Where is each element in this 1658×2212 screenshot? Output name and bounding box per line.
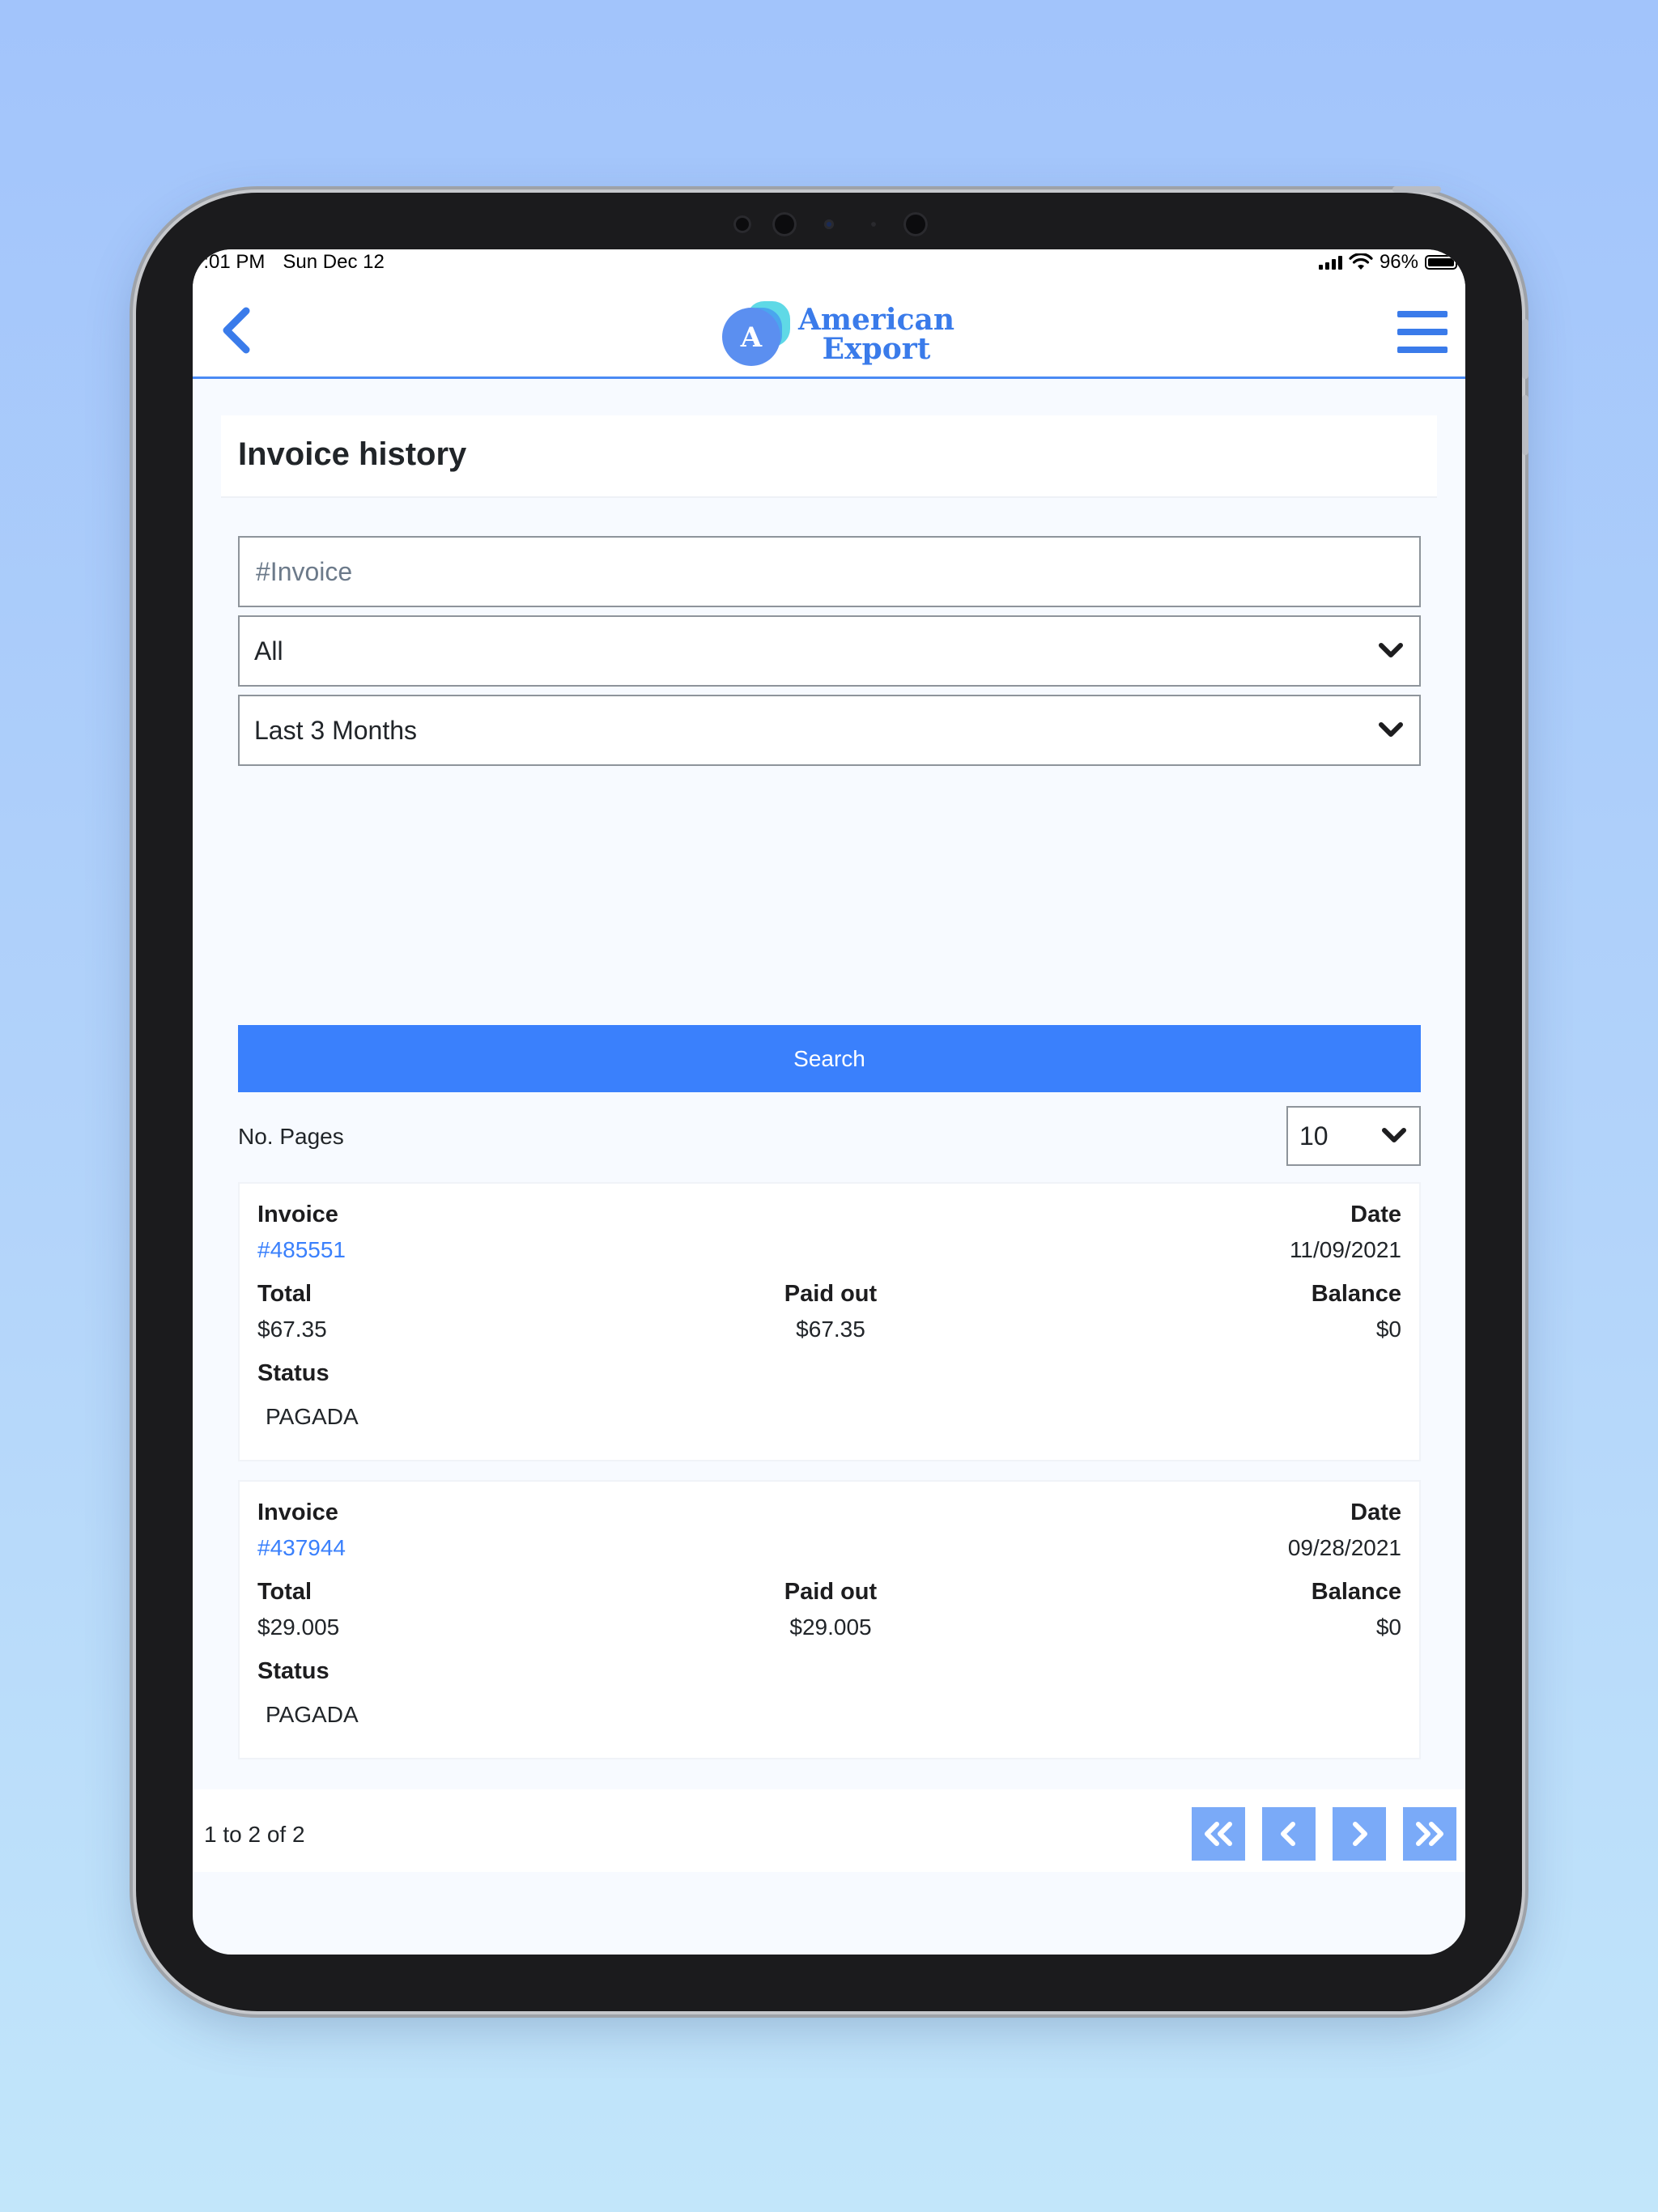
camera-dot (733, 215, 751, 233)
double-chevron-left-icon (1205, 1822, 1232, 1846)
card-header: Invoice history (221, 415, 1437, 498)
status-date: Sun Dec 12 (283, 251, 385, 273)
date-label: Date (1350, 1499, 1401, 1525)
pagination-footer: 1 to 2 of 2 (193, 1789, 1465, 1872)
results-count: 1 to 2 of 2 (204, 1822, 305, 1847)
battery-percent: 96% (1379, 251, 1418, 273)
status-label: Status (257, 1360, 329, 1386)
pages-label: No. Pages (238, 1124, 344, 1149)
invoice-number-link[interactable]: #437944 (257, 1535, 346, 1561)
status-select-value: All (254, 636, 283, 666)
period-select-value: Last 3 Months (254, 715, 417, 745)
invoice-balance: $0 (1375, 1614, 1401, 1640)
paid-out-label: Paid out (784, 1579, 878, 1605)
paid-out-label: Paid out (784, 1281, 878, 1307)
logo-mark-icon: A (719, 300, 793, 369)
status-right: 96% (1318, 251, 1460, 274)
volume-up-button (1522, 319, 1528, 379)
first-page-button[interactable] (1192, 1807, 1245, 1861)
logo-line-2: Export (822, 332, 931, 366)
app-header: A American Export (193, 277, 1465, 379)
camera-sensor (824, 219, 834, 229)
invoice-item: Invoice Date #485551 11/09/2021 Total Pa… (238, 1182, 1421, 1461)
page-size-value: 10 (1299, 1121, 1329, 1151)
invoice-item: Invoice Date #437944 09/28/2021 Total Pa… (238, 1480, 1421, 1759)
hamburger-menu-icon[interactable] (1397, 311, 1448, 353)
next-page-button[interactable] (1333, 1807, 1386, 1861)
status-bar: 7:01 PM Sun Dec 12 96% (193, 249, 1465, 277)
battery-icon (1425, 255, 1460, 270)
chevron-down-icon (1379, 722, 1403, 737)
chevron-left-icon (223, 307, 250, 354)
last-page-button[interactable] (1403, 1807, 1456, 1861)
status-time: 7:01 PM (193, 251, 266, 273)
cellular-signal-icon (1318, 255, 1342, 270)
invoice-date: 09/28/2021 (1287, 1535, 1401, 1560)
invoice-paid-out: $67.35 (796, 1317, 865, 1342)
chevron-left-icon (1281, 1822, 1295, 1846)
back-button[interactable] (217, 306, 257, 355)
balance-label: Balance (1311, 1281, 1401, 1307)
page-size-select[interactable]: 10 (1286, 1106, 1421, 1166)
invoice-label: Invoice (257, 1202, 338, 1227)
invoice-date: 11/09/2021 (1289, 1237, 1401, 1262)
previous-page-button[interactable] (1262, 1807, 1316, 1861)
chevron-down-icon (1379, 643, 1403, 657)
invoice-label: Invoice (257, 1499, 338, 1525)
invoice-total: $67.35 (257, 1317, 327, 1342)
status-select[interactable]: All (238, 615, 1421, 687)
logo: A American Export (719, 300, 954, 369)
logo-letter: A (740, 321, 763, 354)
period-select[interactable]: Last 3 Months (238, 695, 1421, 766)
invoice-number-link[interactable]: #485551 (257, 1237, 346, 1263)
invoice-paid-out: $29.005 (789, 1614, 872, 1640)
chevron-down-icon (1382, 1128, 1406, 1142)
volume-down-button (1522, 395, 1528, 455)
invoice-search-field[interactable] (238, 536, 1421, 607)
invoice-total: $29.005 (257, 1614, 340, 1640)
camera-flash (903, 212, 928, 236)
invoice-balance: $0 (1375, 1317, 1401, 1342)
status-label: Status (257, 1658, 329, 1684)
camera-mic (871, 222, 876, 227)
status-left: 7:01 PM Sun Dec 12 (193, 251, 402, 274)
date-label: Date (1350, 1202, 1401, 1227)
wifi-icon (1349, 253, 1373, 270)
invoice-number-input[interactable] (254, 555, 1405, 588)
screen: 7:01 PM Sun Dec 12 96% A American Export… (193, 249, 1465, 1955)
page-title: Invoice history (238, 436, 467, 472)
camera-lens (772, 212, 797, 236)
status-badge: PAGADA (266, 1404, 359, 1429)
balance-label: Balance (1311, 1579, 1401, 1605)
top-button (1392, 186, 1441, 193)
logo-line-1: American (798, 303, 954, 337)
double-chevron-right-icon (1416, 1822, 1443, 1846)
chevron-right-icon (1353, 1822, 1367, 1846)
invoice-history-card: Invoice history All Last 3 Months Search… (221, 415, 1437, 1759)
ipad-device-frame: 7:01 PM Sun Dec 12 96% A American Export… (136, 186, 1528, 2011)
status-badge: PAGADA (266, 1702, 359, 1727)
total-label: Total (257, 1579, 312, 1605)
logo-text: American Export (798, 305, 954, 364)
total-label: Total (257, 1281, 312, 1307)
search-button[interactable]: Search (238, 1025, 1421, 1092)
